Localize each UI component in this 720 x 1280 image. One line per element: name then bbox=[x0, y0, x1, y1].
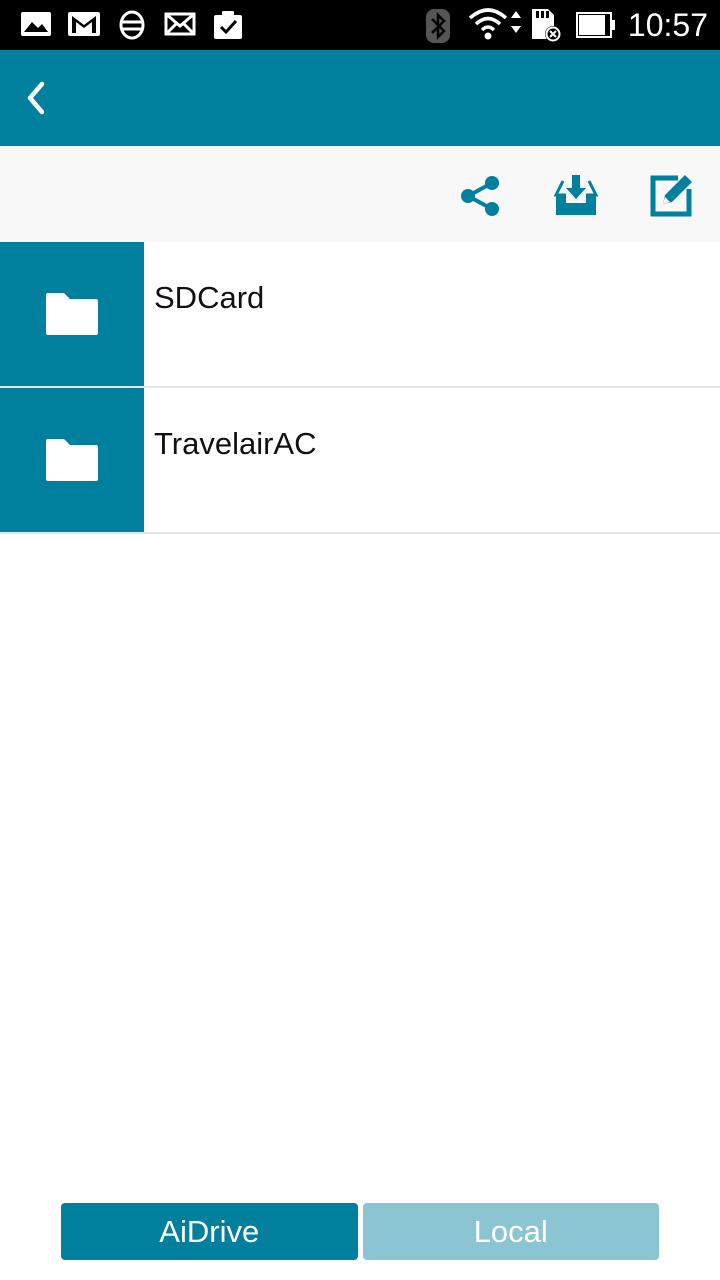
status-bar: 10:57 bbox=[0, 0, 720, 50]
back-button[interactable] bbox=[8, 70, 64, 126]
action-toolbar bbox=[0, 146, 720, 242]
tab-local[interactable]: Local bbox=[362, 1203, 659, 1260]
app-bar bbox=[0, 50, 720, 146]
share-button[interactable] bbox=[452, 168, 508, 224]
clipboard-check-icon bbox=[214, 11, 242, 39]
battery-icon bbox=[576, 12, 615, 38]
file-row-sdcard[interactable]: SDCard bbox=[0, 242, 720, 388]
folder-icon bbox=[46, 293, 98, 335]
sync-icon bbox=[119, 10, 145, 40]
mail-icon bbox=[164, 12, 196, 36]
wifi-icon bbox=[468, 8, 521, 40]
file-name: SDCard bbox=[154, 280, 265, 315]
tab-aidrive[interactable]: AiDrive bbox=[61, 1203, 358, 1260]
share-icon bbox=[461, 176, 499, 216]
file-name: TravelairAC bbox=[154, 426, 317, 461]
edit-icon bbox=[650, 175, 692, 217]
storage-tabs: AiDrive Local bbox=[61, 1203, 659, 1260]
edit-button[interactable] bbox=[643, 168, 699, 224]
folder-icon bbox=[46, 439, 98, 481]
clock: 10:57 bbox=[627, 7, 708, 43]
download-icon bbox=[553, 175, 599, 215]
file-thumbnail bbox=[0, 388, 144, 532]
file-list: SDCard TravelairAC bbox=[0, 242, 720, 534]
bluetooth-icon bbox=[426, 9, 450, 43]
gmail-icon bbox=[68, 12, 100, 36]
chevron-left-icon bbox=[27, 81, 45, 115]
file-thumbnail bbox=[0, 242, 144, 386]
gallery-icon bbox=[21, 12, 51, 36]
sd-card-error-icon bbox=[532, 9, 561, 42]
file-row-travelairac[interactable]: TravelairAC bbox=[0, 388, 720, 534]
download-button[interactable] bbox=[548, 168, 604, 224]
